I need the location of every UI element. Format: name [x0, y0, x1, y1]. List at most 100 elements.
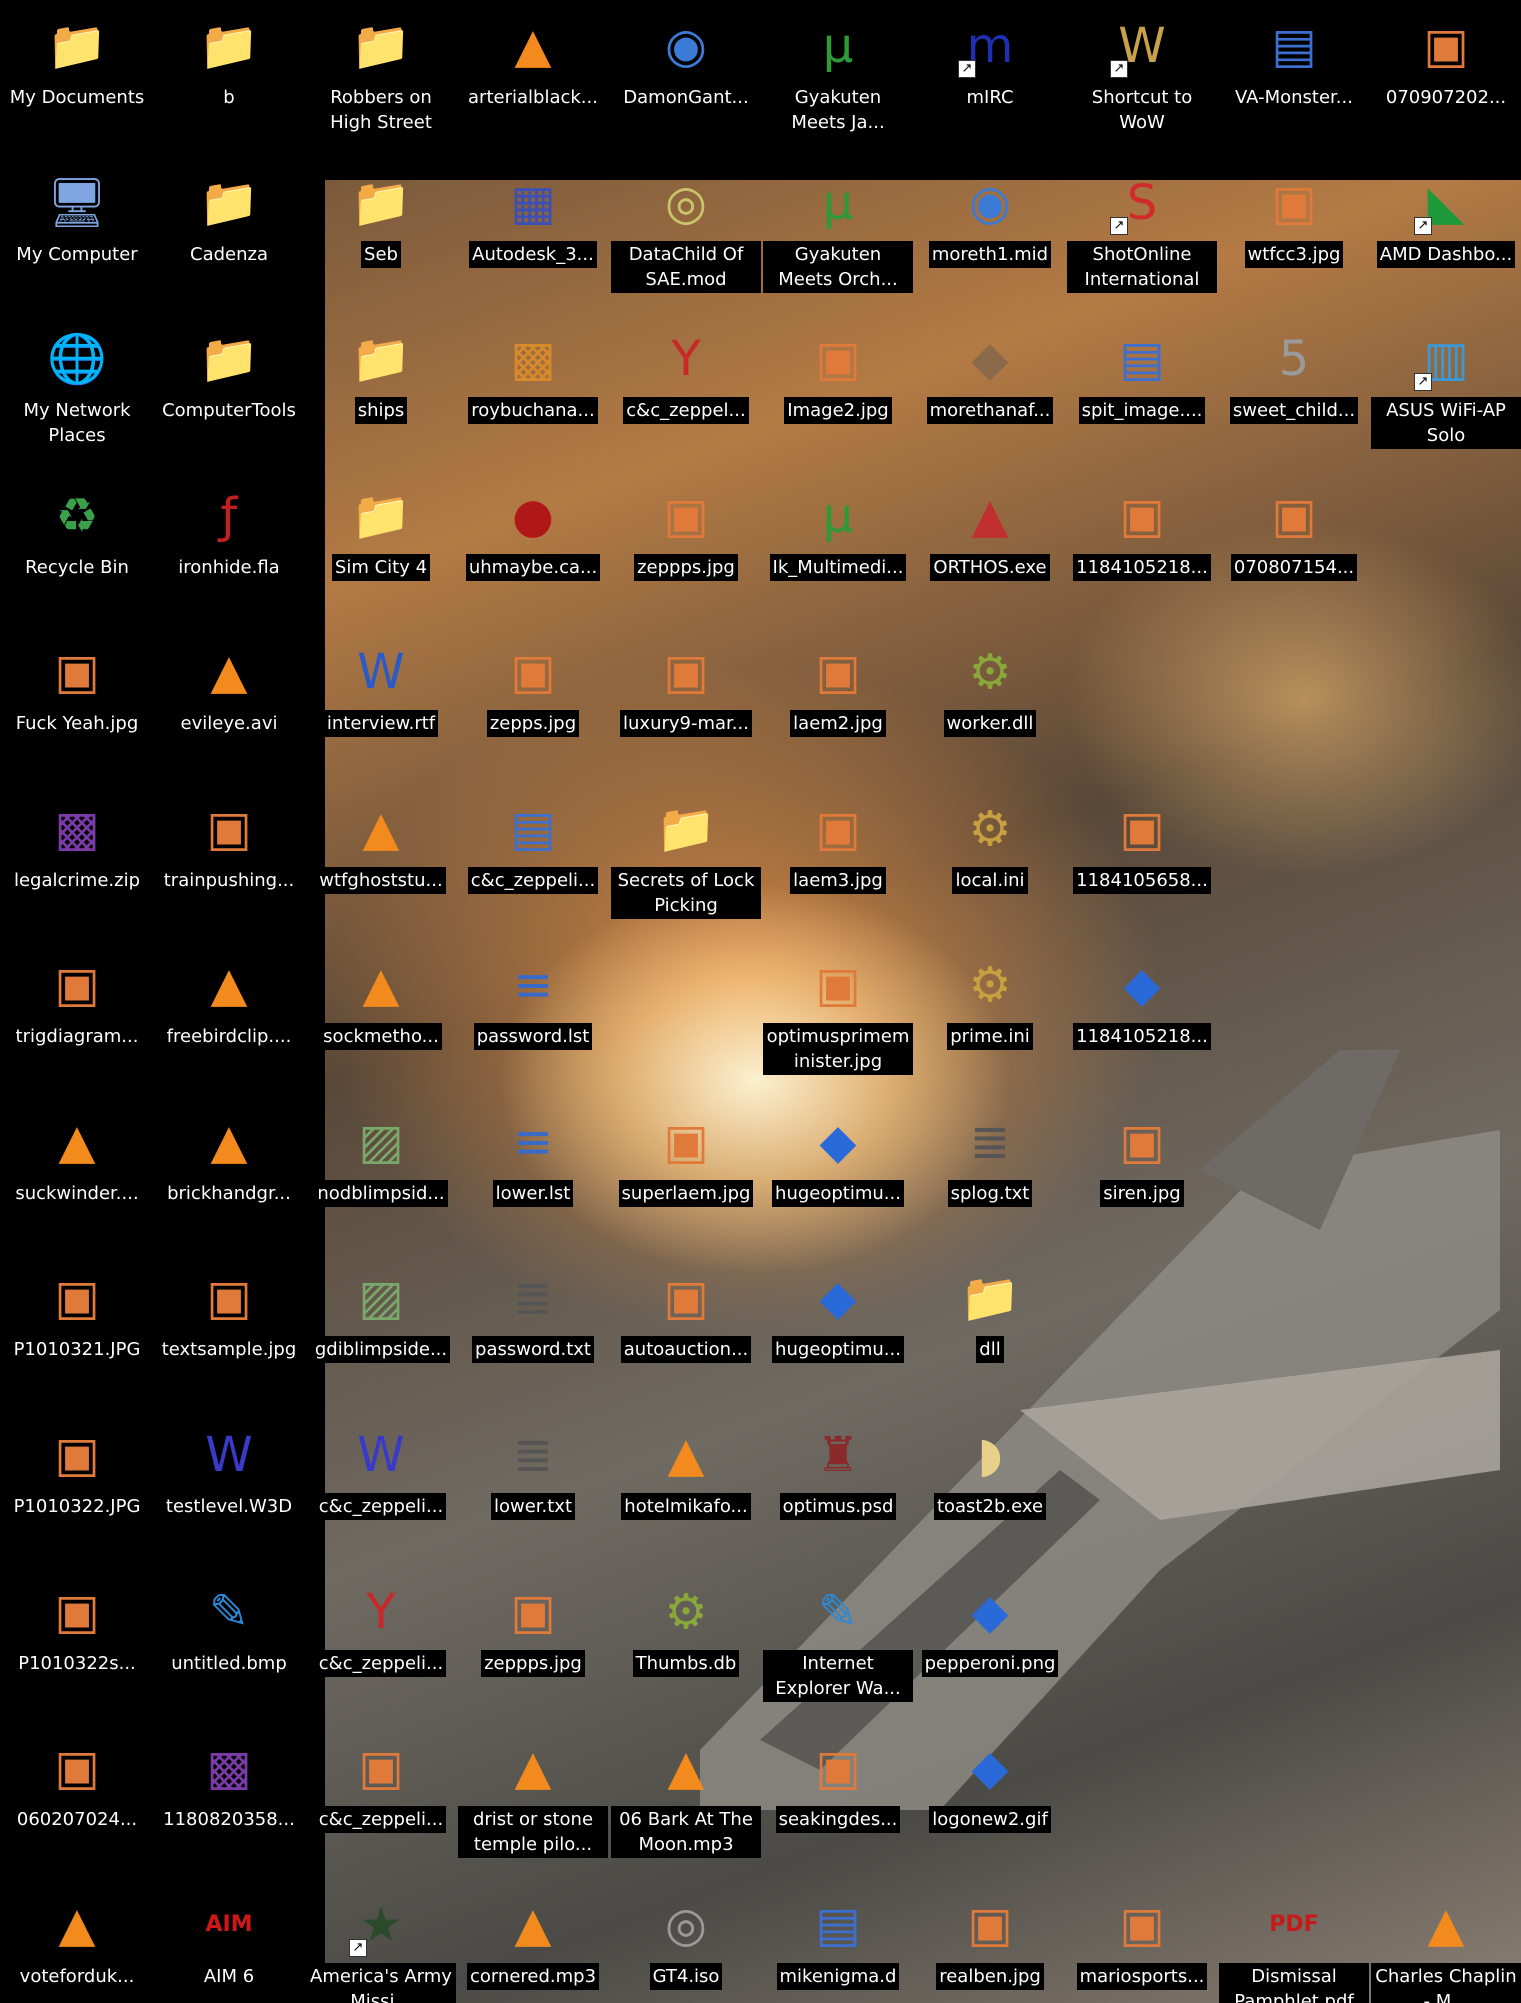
desktop-icon[interactable]: ◗ toast2b.exe	[915, 1413, 1065, 1563]
desktop-icon[interactable]: ⚙ worker.dll	[915, 630, 1065, 780]
desktop-icon[interactable]: ≣ splog.txt	[915, 1100, 1065, 1250]
desktop-icon[interactable]: ◆ 1184105218...	[1067, 943, 1217, 1093]
desktop-icon[interactable]: ▨ nodblimpsid...	[306, 1100, 456, 1250]
desktop-icon[interactable]: ▣ Image2.jpg	[763, 317, 913, 467]
desktop-icon[interactable]: ▣ c&c_zeppeli...	[306, 1726, 456, 1876]
desktop-icon[interactable]: ▣ autoauction...	[611, 1256, 761, 1406]
desktop-icon[interactable]: ▲ brickhandgr...	[154, 1100, 304, 1250]
desktop-icon[interactable]: ▣ P1010322s...	[2, 1570, 152, 1720]
desktop-icon[interactable]: ⚙ Thumbs.db	[611, 1570, 761, 1720]
desktop-icon[interactable]: ▲ cornered.mp3	[458, 1883, 608, 2003]
desktop-icon[interactable]: W ↗ Shortcut to WoW	[1067, 4, 1217, 154]
desktop-icon[interactable]: ▲ drist or stone temple pilo...	[458, 1726, 608, 1876]
desktop-icon[interactable]: ▨ gdiblimpside...	[306, 1256, 456, 1406]
desktop-icon[interactable]: ▤ spit_image....	[1067, 317, 1217, 467]
desktop-icon[interactable]: ▣ seakingdes...	[763, 1726, 913, 1876]
desktop-icon[interactable]: 📁 Seb	[306, 161, 456, 311]
desktop-icon[interactable]: ≣ password.txt	[458, 1256, 608, 1406]
desktop-icon[interactable]: 📁 ComputerTools	[154, 317, 304, 467]
desktop-icon[interactable]: Yc&c_zeppeli...	[306, 1570, 456, 1720]
desktop-icon[interactable]: 📁 Robbers on High Street	[306, 4, 456, 154]
desktop-icon[interactable]: ◉ moreth1.mid	[915, 161, 1065, 311]
desktop-icon[interactable]: ▤ VA-Monster...	[1219, 4, 1369, 154]
desktop-icon[interactable]: ▦ Autodesk_3...	[458, 161, 608, 311]
desktop-icon[interactable]: ▲ arterialblack...	[458, 4, 608, 154]
desktop-icon[interactable]: ≡ password.lst	[458, 943, 608, 1093]
desktop-icon[interactable]: ▣ P1010321.JPG	[2, 1256, 152, 1406]
desktop-icon[interactable]: ▣ siren.jpg	[1067, 1100, 1217, 1250]
desktop-icon[interactable]: ✎ untitled.bmp	[154, 1570, 304, 1720]
desktop-icon[interactable]: ▣ textsample.jpg	[154, 1256, 304, 1406]
desktop-icon[interactable]: ▲ Charles Chaplin - M...	[1371, 1883, 1521, 2003]
desktop-icon[interactable]: ▲ suckwinder....	[2, 1100, 152, 1250]
desktop-icon[interactable]: ▲ hotelmikafo...	[611, 1413, 761, 1563]
desktop-icon[interactable]: 🖥 My Computer	[2, 161, 152, 311]
desktop-icon[interactable]: ⚙ local.ini	[915, 787, 1065, 937]
desktop-icon[interactable]: Wtestlevel.W3D	[154, 1413, 304, 1563]
desktop-icon[interactable]: m ↗ mIRC	[915, 4, 1065, 154]
desktop-icon[interactable]: ▩ roybuchana...	[458, 317, 608, 467]
desktop-icon[interactable]: S ↗ ShotOnline International	[1067, 161, 1217, 311]
desktop-icon[interactable]: ▣ optimusprimem inister.jpg	[763, 943, 913, 1093]
desktop-icon[interactable]: ▲ ORTHOS.exe	[915, 474, 1065, 624]
desktop-icon[interactable]: ▣ laem3.jpg	[763, 787, 913, 937]
desktop-icon[interactable]: 📁 b	[154, 4, 304, 154]
desktop-icon[interactable]: ▣ 070807154...	[1219, 474, 1369, 624]
desktop-icon[interactable]: ▣ laem2.jpg	[763, 630, 913, 780]
desktop-icon[interactable]: Winterview.rtf	[306, 630, 456, 780]
desktop-icon[interactable]: Wc&c_zeppeli...	[306, 1413, 456, 1563]
desktop-icon[interactable]: 📁 My Documents	[2, 4, 152, 154]
desktop-icon[interactable]: ▣ zepps.jpg	[458, 630, 608, 780]
desktop-icon[interactable]: 📁 ships	[306, 317, 456, 467]
desktop-icon[interactable]: ◎ GT4.iso	[611, 1883, 761, 2003]
desktop-icon[interactable]: ▩ legalcrime.zip	[2, 787, 152, 937]
desktop-icon[interactable]: ♻ Recycle Bin	[2, 474, 152, 624]
desktop-icon[interactable]: ≡ lower.lst	[458, 1100, 608, 1250]
desktop-icon[interactable]: ▣ 1184105218...	[1067, 474, 1217, 624]
desktop-icon[interactable]: 5 sweet_child...	[1219, 317, 1369, 467]
desktop-icon[interactable]: ● uhmaybe.ca...	[458, 474, 608, 624]
desktop-icon[interactable]: ▣ trainpushing...	[154, 787, 304, 937]
desktop-icon[interactable]: ▤ mikenigma.d	[763, 1883, 913, 2003]
desktop-icon[interactable]: ▣ 1184105658...	[1067, 787, 1217, 937]
desktop-icon[interactable]: Yc&c_zeppel...	[611, 317, 761, 467]
desktop-icon[interactable]: 📁 dll	[915, 1256, 1065, 1406]
desktop-icon[interactable]: ▣ P1010322.JPG	[2, 1413, 152, 1563]
desktop-icon[interactable]: ▣ 060207024...	[2, 1726, 152, 1876]
desktop-icon[interactable]: ▣ zeppps.jpg	[611, 474, 761, 624]
desktop-icon[interactable]: 📁 Secrets of Lock Picking	[611, 787, 761, 937]
desktop-icon[interactable]: ▲ 06 Bark At The Moon.mp3	[611, 1726, 761, 1876]
desktop-icon[interactable]: μ Ik_Multimedi...	[763, 474, 913, 624]
desktop-icon[interactable]: ▲ voteforduk...	[2, 1883, 152, 2003]
desktop-icon[interactable]: ⚙ prime.ini	[915, 943, 1065, 1093]
desktop-icon[interactable]: 📁 Cadenza	[154, 161, 304, 311]
desktop-icon[interactable]: ▤ c&c_zeppeli...	[458, 787, 608, 937]
desktop-icon[interactable]: ◆ pepperoni.png	[915, 1570, 1065, 1720]
desktop-icon[interactable]: ▲ sockmetho...	[306, 943, 456, 1093]
desktop-icon[interactable]: 📁 Sim City 4	[306, 474, 456, 624]
desktop-icon[interactable]: ▣ realben.jpg	[915, 1883, 1065, 2003]
desktop-icon[interactable]: ✎ Internet Explorer Wa...	[763, 1570, 913, 1720]
desktop-icon[interactable]: ▥ ↗ ASUS WiFi-AP Solo	[1371, 317, 1521, 467]
desktop-icon[interactable]: ▣ zeppps.jpg	[458, 1570, 608, 1720]
desktop[interactable]: 📁 My Documents 📁 b 📁 Robbers on High Street ▲ a…	[0, 0, 1521, 2003]
desktop-icon[interactable]: ▣ trigdiagram...	[2, 943, 152, 1093]
desktop-icon[interactable]: ▣ Fuck Yeah.jpg	[2, 630, 152, 780]
desktop-icon[interactable]: ▣ mariosports...	[1067, 1883, 1217, 2003]
desktop-icon[interactable]: ★ ↗ America's Army Missi...	[306, 1883, 456, 2003]
desktop-icon[interactable]: ▲ freebirdclip....	[154, 943, 304, 1093]
desktop-icon[interactable]: 🌐 My Network Places	[2, 317, 152, 467]
desktop-icon[interactable]: ◉ DamonGant...	[611, 4, 761, 154]
desktop-icon[interactable]: μ Gyakuten Meets Orch...	[763, 161, 913, 311]
desktop-icon[interactable]: ◆ hugeoptimu...	[763, 1256, 913, 1406]
desktop-icon[interactable]: PDF Dismissal Pamphlet.pdf	[1219, 1883, 1369, 2003]
desktop-icon[interactable]: ▣ 070907202...	[1371, 4, 1521, 154]
desktop-icon[interactable]: ▲ wtfghoststu...	[306, 787, 456, 937]
desktop-icon[interactable]: ♜ optimus.psd	[763, 1413, 913, 1563]
desktop-icon[interactable]: AIM AIM 6	[154, 1883, 304, 2003]
desktop-icon[interactable]: ▣ wtfcc3.jpg	[1219, 161, 1369, 311]
desktop-icon[interactable]: ≣ lower.txt	[458, 1413, 608, 1563]
desktop-icon[interactable]: ▣ superlaem.jpg	[611, 1100, 761, 1250]
desktop-icon[interactable]: ◆ logonew2.gif	[915, 1726, 1065, 1876]
desktop-icon[interactable]: ◆ hugeoptimu...	[763, 1100, 913, 1250]
